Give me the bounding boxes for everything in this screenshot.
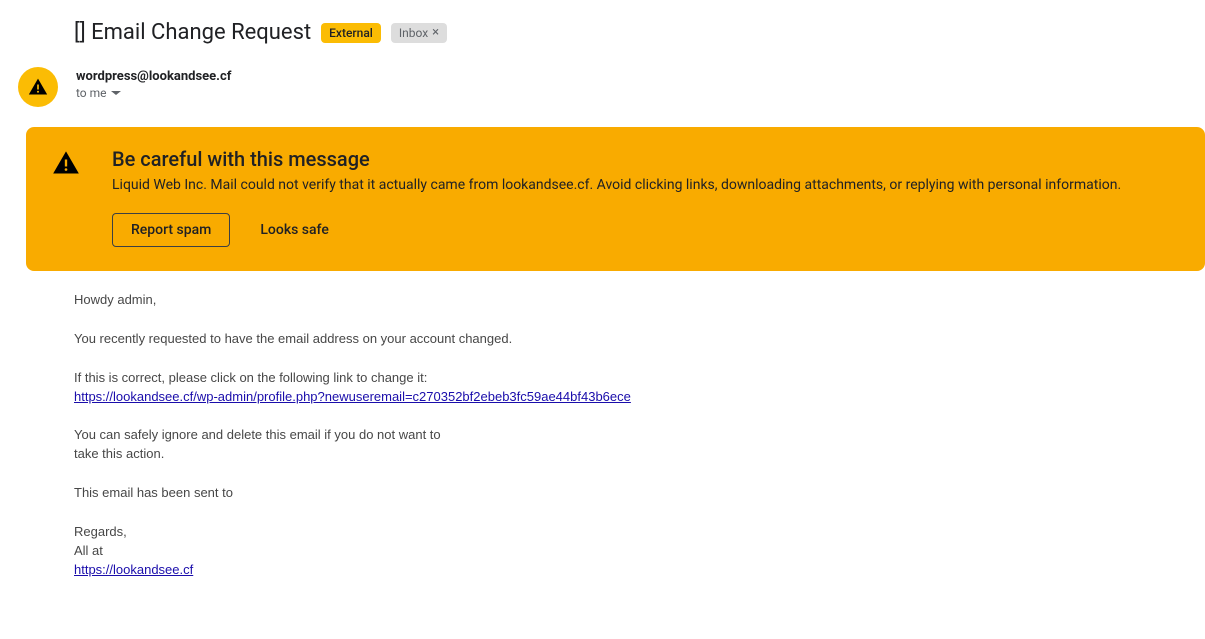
body-regards: Regards, — [74, 523, 1205, 542]
label-external: External — [321, 23, 381, 43]
sender-avatar — [18, 67, 58, 107]
recipient-dropdown[interactable]: to me — [76, 86, 231, 100]
warning-icon — [28, 77, 48, 97]
security-banner: Be careful with this message Liquid Web … — [26, 127, 1205, 271]
body-greeting: Howdy admin, — [74, 291, 1205, 310]
recipient-text: to me — [76, 86, 107, 100]
warning-icon — [52, 149, 80, 177]
body-allat: All at — [74, 542, 1205, 561]
label-inbox[interactable]: Inbox × — [391, 23, 447, 43]
banner-text: Liquid Web Inc. Mail could not verify th… — [112, 177, 1179, 193]
sender-email: wordpress@lookandsee.cf — [76, 69, 231, 84]
email-change-link[interactable]: https://lookandsee.cf/wp-admin/profile.p… — [74, 389, 631, 404]
email-subject: [] Email Change Request — [74, 20, 311, 45]
chevron-down-icon — [111, 88, 121, 98]
body-line: You can safely ignore and delete this em… — [74, 427, 441, 442]
looks-safe-button[interactable]: Looks safe — [256, 214, 332, 246]
label-inbox-remove-icon[interactable]: × — [432, 25, 439, 40]
body-line: take this action. — [74, 446, 164, 461]
body-line: If this is correct, please click on the … — [74, 370, 427, 385]
site-link[interactable]: https://lookandsee.cf — [74, 562, 193, 577]
email-body: Howdy admin, You recently requested to h… — [0, 291, 1205, 579]
body-line: This email has been sent to — [74, 484, 1205, 503]
body-line: You recently requested to have the email… — [74, 330, 1205, 349]
banner-title: Be careful with this message — [112, 147, 1179, 171]
report-spam-button[interactable]: Report spam — [112, 213, 230, 247]
label-inbox-text: Inbox — [399, 26, 428, 40]
